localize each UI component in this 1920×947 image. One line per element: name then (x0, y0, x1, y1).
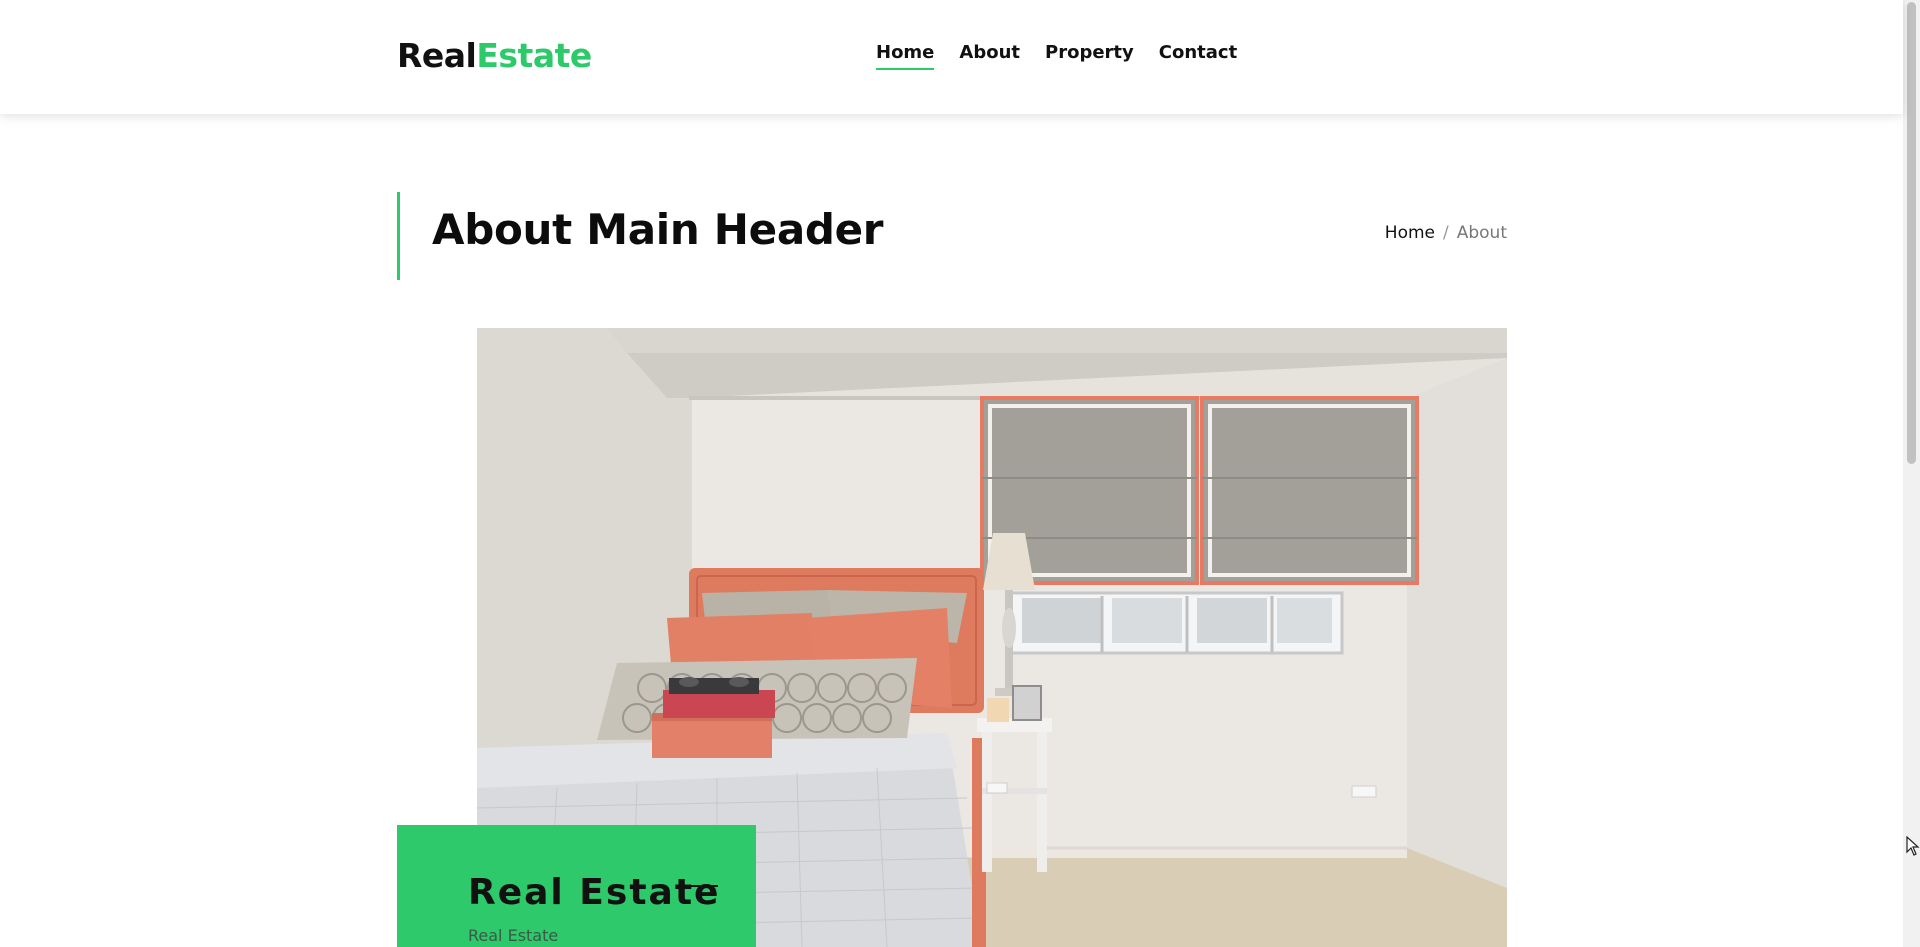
breadcrumb-current: About (1456, 223, 1507, 243)
card-subtitle: Real Estate (468, 926, 559, 945)
breadcrumb-home-link[interactable]: Home (1385, 223, 1435, 243)
site-logo[interactable]: RealEstate (397, 36, 592, 75)
nav-property-link[interactable]: Property (1045, 42, 1134, 70)
scrollbar-thumb[interactable] (1907, 2, 1916, 464)
card-title: Real Estate (468, 872, 721, 913)
nav-home-link[interactable]: Home (876, 42, 935, 70)
logo-text-estate: Estate (476, 36, 592, 75)
site-header: RealEstate Home About Property Contact (0, 0, 1903, 114)
main-nav: Home About Property Contact (876, 42, 1237, 70)
page-scrollbar[interactable] (1903, 0, 1920, 947)
nav-about-link[interactable]: About (959, 42, 1020, 70)
card-title-underline (686, 885, 718, 887)
page-heading: About Main Header Home / About (397, 192, 1507, 280)
featured-card: Real Estate Real Estate (397, 825, 756, 947)
breadcrumb: Home / About (1385, 223, 1507, 243)
logo-text-real: Real (397, 36, 477, 75)
nav-contact-link[interactable]: Contact (1159, 42, 1237, 70)
breadcrumb-separator: / (1443, 223, 1449, 243)
page-title: About Main Header (432, 205, 884, 254)
mouse-cursor-icon (1906, 836, 1920, 856)
